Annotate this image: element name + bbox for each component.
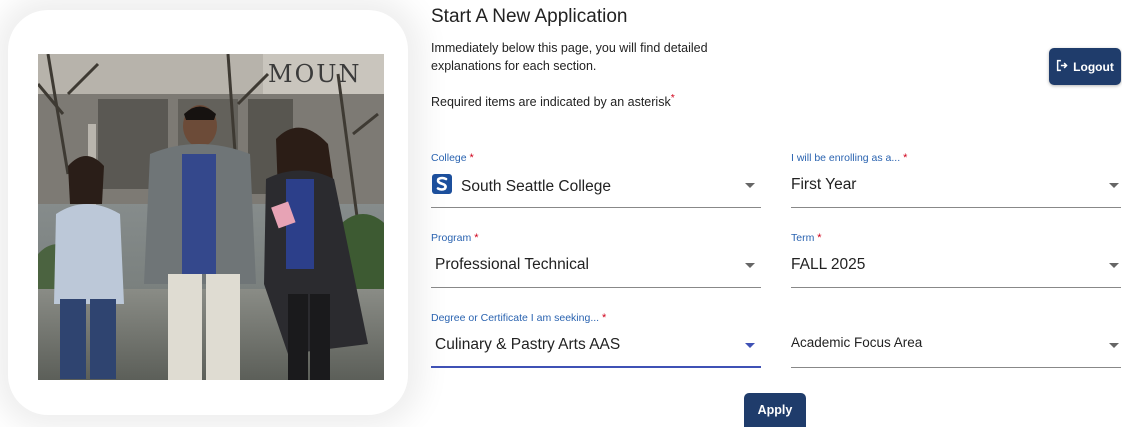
chevron-down-icon[interactable] <box>1109 263 1119 268</box>
enrolling-select[interactable]: I will be enrolling as a... * First Year <box>791 152 1121 208</box>
program-select[interactable]: Program * Professional Technical <box>431 232 761 288</box>
chevron-down-icon[interactable] <box>745 183 755 188</box>
term-label-text: Term <box>791 232 815 244</box>
enrolling-asterisk: * <box>903 152 908 164</box>
college-asterisk: * <box>469 152 474 164</box>
enrolling-underline <box>791 207 1121 208</box>
degree-value: Culinary & Pastry Arts AAS <box>435 336 621 353</box>
chevron-down-icon[interactable] <box>1109 183 1119 188</box>
term-value: FALL 2025 <box>791 256 866 273</box>
term-label: Term * <box>791 232 822 244</box>
enrolling-value: First Year <box>791 176 857 193</box>
students-photo: MOUN <box>38 54 384 380</box>
college-value: South Seattle College <box>461 178 611 195</box>
college-select[interactable]: College * South Seattle College <box>431 152 761 208</box>
degree-asterisk: * <box>602 312 607 324</box>
program-asterisk: * <box>474 232 479 244</box>
term-underline <box>791 287 1121 288</box>
degree-label: Degree or Certificate I am seeking... * <box>431 312 606 324</box>
college-label: College * <box>431 152 474 164</box>
degree-select[interactable]: Degree or Certificate I am seeking... * … <box>431 312 761 368</box>
term-asterisk: * <box>817 232 822 244</box>
program-label-text: Program <box>431 232 472 244</box>
svg-text:MOUN: MOUN <box>268 60 361 88</box>
intro-text: Immediately below this page, you will fi… <box>431 41 708 73</box>
apply-button[interactable]: Apply <box>744 393 806 427</box>
college-label-text: College <box>431 152 467 164</box>
required-note: Required items are indicated by an aster… <box>431 93 675 109</box>
degree-label-text: Degree or Certificate I am seeking... <box>431 312 600 324</box>
required-note-text: Required items are indicated by an aster… <box>431 95 671 110</box>
academic-focus-placeholder: Academic Focus Area <box>791 335 923 350</box>
page-title: Start A New Application <box>431 6 628 27</box>
logout-icon <box>1056 59 1069 75</box>
chevron-down-icon[interactable] <box>1109 343 1119 348</box>
enrolling-label: I will be enrolling as a... * <box>791 152 907 164</box>
program-underline <box>431 287 761 288</box>
term-select[interactable]: Term * FALL 2025 <box>791 232 1121 288</box>
college-underline <box>431 207 761 208</box>
required-asterisk: * <box>670 93 675 104</box>
program-label: Program * <box>431 232 478 244</box>
logout-label: Logout <box>1073 59 1114 74</box>
academic-focus-underline <box>791 367 1121 368</box>
enrolling-label-text: I will be enrolling as a... <box>791 152 901 164</box>
chevron-down-icon[interactable] <box>745 343 755 348</box>
academic-focus-select[interactable]: Academic Focus Area <box>791 312 1121 368</box>
degree-underline <box>431 366 761 368</box>
chevron-down-icon[interactable] <box>745 263 755 268</box>
program-value: Professional Technical <box>435 256 589 273</box>
college-logo-icon <box>432 174 452 194</box>
logout-button[interactable]: Logout <box>1049 48 1121 85</box>
